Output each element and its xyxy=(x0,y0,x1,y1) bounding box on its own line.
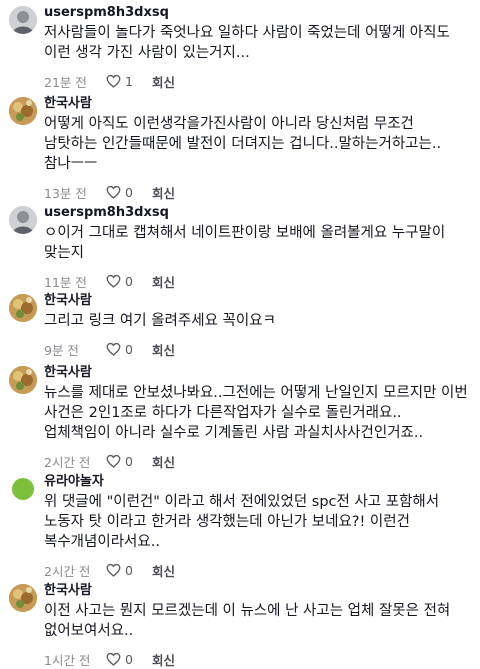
username[interactable]: 한국사람 xyxy=(44,292,468,309)
like-count: 0 xyxy=(125,651,133,667)
avatar[interactable] xyxy=(9,366,37,394)
like-button[interactable]: 0 xyxy=(106,274,152,289)
reply-button[interactable]: 회신 xyxy=(152,340,175,359)
like-count: 0 xyxy=(125,184,133,200)
like-button[interactable]: 0 xyxy=(106,454,152,469)
comment-text: 이전 사고는 뭔지 모르겠는데 이 뉴스에 난 사고는 업체 잘못은 전혀 없어… xyxy=(44,603,451,639)
like-count: 0 xyxy=(125,273,133,289)
comment-item: 한국사람 그리고 링크 여기 올려주세요 꼭이요ㅋ 9분 전 0 회신 xyxy=(0,292,480,358)
like-count: 1 xyxy=(125,73,133,89)
comment-item: 한국사람 이전 사고는 뭔지 모르겠는데 이 뉴스에 난 사고는 업체 잘못은 … xyxy=(0,582,480,668)
comment-meta: 13분 전 0 회신 xyxy=(44,183,468,201)
reply-button[interactable]: 회신 xyxy=(152,561,175,580)
food-photo-icon xyxy=(9,366,37,394)
avatar[interactable] xyxy=(9,475,37,503)
heart-icon xyxy=(106,74,121,88)
comment-text: 위 댓글에 "이런건" 이라고 해서 전에있었던 spc전 사고 포함해서 노동… xyxy=(44,494,440,550)
comment-meta: 9분 전 0 회신 xyxy=(44,340,468,358)
timestamp: 21분 전 xyxy=(44,74,87,90)
comment-item: 유라야놀자 위 댓글에 "이런건" 이라고 해서 전에있었던 spc전 사고 포… xyxy=(0,473,480,579)
username[interactable]: 한국사람 xyxy=(44,95,468,112)
timestamp: 1시간 전 xyxy=(44,652,91,668)
reply-button[interactable]: 회신 xyxy=(152,650,175,669)
comment-meta: 1시간 전 0 회신 xyxy=(44,650,468,668)
food-photo-icon xyxy=(9,584,37,612)
reply-button[interactable]: 회신 xyxy=(152,272,175,291)
avatar[interactable] xyxy=(9,206,37,234)
timestamp: 13분 전 xyxy=(44,185,87,201)
comment-meta: 11분 전 0 회신 xyxy=(44,272,468,290)
avatar[interactable] xyxy=(9,6,37,34)
like-button[interactable]: 1 xyxy=(106,74,152,89)
timestamp: 2시간 전 xyxy=(44,563,91,579)
timestamp: 11분 전 xyxy=(44,274,87,290)
profile-photo-icon xyxy=(9,206,37,234)
like-button[interactable]: 0 xyxy=(106,563,152,578)
food-photo-icon xyxy=(9,294,37,322)
username[interactable]: 유라야놀자 xyxy=(44,473,468,490)
username[interactable]: userspm8h3dxsq xyxy=(44,4,468,21)
like-count: 0 xyxy=(125,341,133,357)
heart-icon xyxy=(106,652,121,666)
heart-icon xyxy=(106,274,121,288)
comment-text: 뉴스를 제대로 안보셨나봐요..그전에는 어떻게 난일인지 모르지만 이번 사건… xyxy=(44,385,468,441)
comment-text: ㅇ이거 그대로 캡쳐해서 네이트판이랑 보배에 올려볼게요 누구말이 맞는지 xyxy=(44,225,446,261)
heart-icon xyxy=(106,454,121,468)
green-dot-icon xyxy=(12,478,34,500)
like-count: 0 xyxy=(125,562,133,578)
comment-meta: 2시간 전 0 회신 xyxy=(44,561,468,579)
profile-photo-icon xyxy=(9,6,37,34)
reply-button[interactable]: 회신 xyxy=(152,452,175,471)
comment-item: userspm8h3dxsq 저사람들이 놀다가 죽엇나요 일하다 사람이 죽었… xyxy=(0,4,480,90)
like-button[interactable]: 0 xyxy=(106,652,152,667)
timestamp: 9분 전 xyxy=(44,342,79,358)
comment-text: 어떻게 아직도 이런생각을가진사람이 아니라 당신처럼 무조건 남탓하는 인간들… xyxy=(44,116,442,172)
like-button[interactable]: 0 xyxy=(106,342,152,357)
comment-item: 한국사람 뉴스를 제대로 안보셨나봐요..그전에는 어떻게 난일인지 모르지만 … xyxy=(0,364,480,470)
comment-item: 한국사람 어떻게 아직도 이런생각을가진사람이 아니라 당신처럼 무조건 남탓하… xyxy=(0,95,480,201)
username[interactable]: userspm8h3dxsq xyxy=(44,204,468,221)
like-count: 0 xyxy=(125,453,133,469)
comment-text: 저사람들이 놀다가 죽엇나요 일하다 사람이 죽었는데 어떻게 아직도 이런 생… xyxy=(44,25,450,61)
username[interactable]: 한국사람 xyxy=(44,364,468,381)
comment-item: userspm8h3dxsq ㅇ이거 그대로 캡쳐해서 네이트판이랑 보배에 올… xyxy=(0,204,480,290)
timestamp: 2시간 전 xyxy=(44,454,91,470)
like-button[interactable]: 0 xyxy=(106,185,152,200)
comment-meta: 2시간 전 0 회신 xyxy=(44,452,468,470)
avatar[interactable] xyxy=(9,584,37,612)
avatar[interactable] xyxy=(9,97,37,125)
heart-icon xyxy=(106,185,121,199)
food-photo-icon xyxy=(9,97,37,125)
avatar[interactable] xyxy=(9,294,37,322)
reply-button[interactable]: 회신 xyxy=(152,183,175,202)
reply-button[interactable]: 회신 xyxy=(152,72,175,91)
heart-icon xyxy=(106,342,121,356)
heart-icon xyxy=(106,563,121,577)
username[interactable]: 한국사람 xyxy=(44,582,468,599)
comment-meta: 21분 전 1 회신 xyxy=(44,72,468,90)
comment-text: 그리고 링크 여기 올려주세요 꼭이요ㅋ xyxy=(44,313,276,329)
